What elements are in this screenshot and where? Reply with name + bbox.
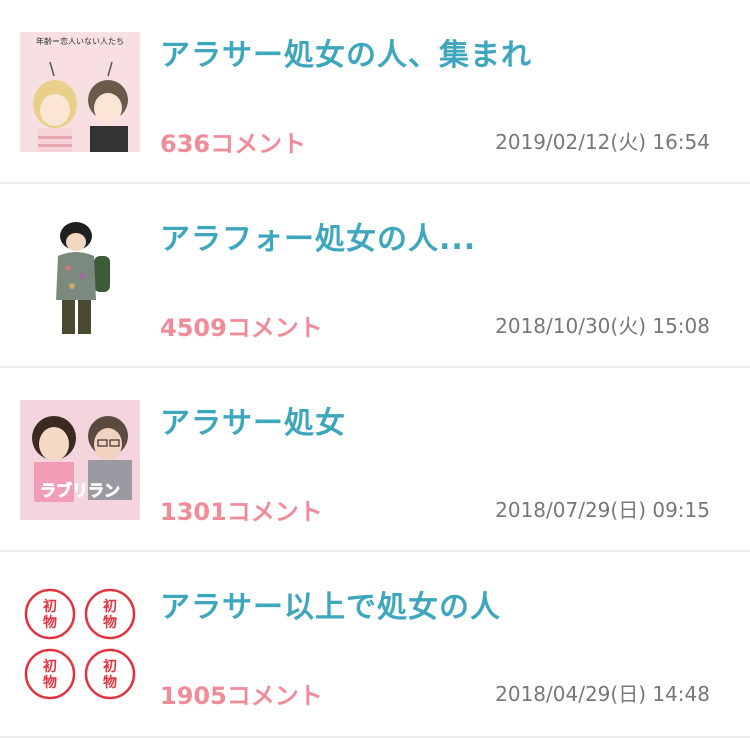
post-date: 2018/10/30(火) 15:08: [495, 314, 710, 338]
comment-count: 1905コメント: [160, 682, 323, 710]
svg-text:物: 物: [103, 674, 117, 691]
svg-text:物: 物: [103, 614, 117, 631]
hatsumono-stamp-icon[interactable]: 初 物 初 物 初 物 初 物: [20, 584, 140, 704]
topic-row[interactable]: 初 物 初 物 初 物 初 物 アラサー以上で処女の人 1905コメント 201…: [0, 552, 750, 738]
svg-text:初: 初: [43, 598, 57, 615]
post-date: 2018/07/29(日) 09:15: [495, 498, 710, 522]
comment-count: 4509コメント: [160, 314, 323, 342]
comment-count: 1301コメント: [160, 498, 323, 526]
drama-logo: ラブリラン: [40, 481, 120, 500]
topic-title[interactable]: アラサー処女の人、集まれ: [160, 30, 720, 74]
topic-row[interactable]: ラブリラン アラサー処女 1301コメント 2018/07/29(日) 09:1…: [0, 368, 750, 552]
svg-text:初: 初: [43, 658, 57, 675]
svg-text:初: 初: [103, 598, 117, 615]
topic-row[interactable]: アラフォー処女の人... 4509コメント 2018/10/30(火) 15:0…: [0, 184, 750, 368]
two-people-illustration-icon[interactable]: 年齢＝恋人いない人たち: [20, 32, 140, 152]
drama-poster-icon[interactable]: ラブリラン: [20, 400, 140, 520]
topic-title[interactable]: アラサー以上で処女の人: [160, 582, 720, 626]
person-with-backpack-icon[interactable]: [20, 216, 140, 336]
post-date: 2019/02/12(火) 16:54: [495, 130, 710, 154]
topic-row[interactable]: 年齢＝恋人いない人たち アラサー処女の人、集まれ 636コメント 2019/02…: [0, 0, 750, 184]
thumb-caption: 年齢＝恋人いない人たち: [36, 36, 124, 46]
post-date: 2018/04/29(日) 14:48: [495, 682, 710, 706]
svg-text:物: 物: [43, 674, 57, 691]
comment-count: 636コメント: [160, 130, 307, 158]
topic-title[interactable]: アラフォー処女の人...: [160, 214, 720, 258]
topic-list: 年齢＝恋人いない人たち アラサー処女の人、集まれ 636コメント 2019/02…: [0, 0, 750, 738]
svg-text:物: 物: [43, 614, 57, 631]
topic-title[interactable]: アラサー処女: [160, 398, 720, 442]
svg-text:初: 初: [103, 658, 117, 675]
